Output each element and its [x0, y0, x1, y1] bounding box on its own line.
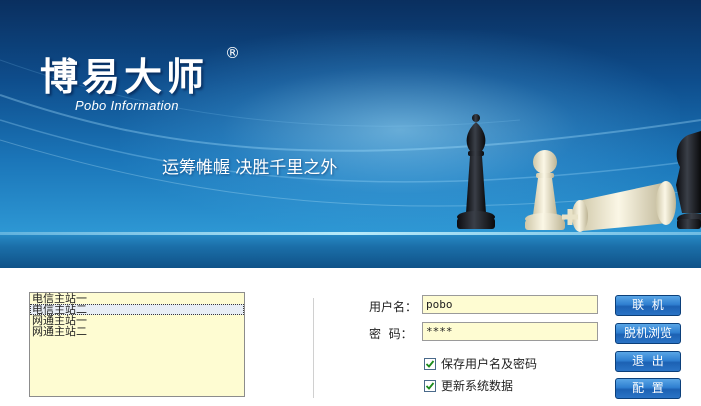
password-label: 密 码： — [369, 327, 413, 341]
update-data-option[interactable]: 更新系统数据 — [424, 377, 513, 394]
black-knight-icon — [676, 131, 701, 229]
exit-button[interactable]: 退 出 — [615, 351, 681, 372]
white-pawn-icon — [525, 150, 565, 230]
checkmark-icon — [425, 381, 435, 390]
server-item[interactable]: 网通主站二 — [30, 326, 244, 337]
save-credentials-label: 保存用户名及密码 — [441, 357, 538, 371]
registered-mark: ® — [225, 44, 240, 62]
username-label: 用户名： — [369, 300, 418, 314]
slogan: 运筹帷幄 决胜千里之外 — [162, 158, 338, 178]
panel-divider — [313, 298, 314, 398]
update-data-label: 更新系统数据 — [441, 379, 514, 393]
logo-subtitle: Pobo Information — [75, 98, 179, 113]
username-input[interactable] — [422, 295, 598, 314]
app-logo-text: 博易大师 — [40, 55, 209, 99]
banner: 博易大师 ® Pobo Information 运筹帷幄 决胜千里之外 — [0, 0, 701, 268]
black-bishop-icon — [457, 114, 495, 229]
password-input[interactable] — [422, 322, 598, 341]
fallen-white-king-icon — [562, 181, 676, 232]
offline-browse-button[interactable]: 脱机浏览 — [615, 323, 681, 344]
config-button[interactable]: 配 置 — [615, 378, 681, 399]
update-data-checkbox[interactable] — [424, 379, 436, 392]
server-list[interactable]: 电信主站一 电信主站二 网通主站一 网通主站二 — [29, 292, 245, 397]
save-credentials-checkbox[interactable] — [424, 357, 436, 370]
save-credentials-option[interactable]: 保存用户名及密码 — [424, 355, 537, 372]
login-panel: 电信主站一 电信主站二 网通主站一 网通主站二 用户名： 密 码： 保存用户名及… — [0, 268, 701, 406]
chess-pieces-illustration — [457, 114, 701, 232]
checkmark-icon — [425, 359, 435, 368]
connect-button[interactable]: 联 机 — [615, 295, 681, 316]
